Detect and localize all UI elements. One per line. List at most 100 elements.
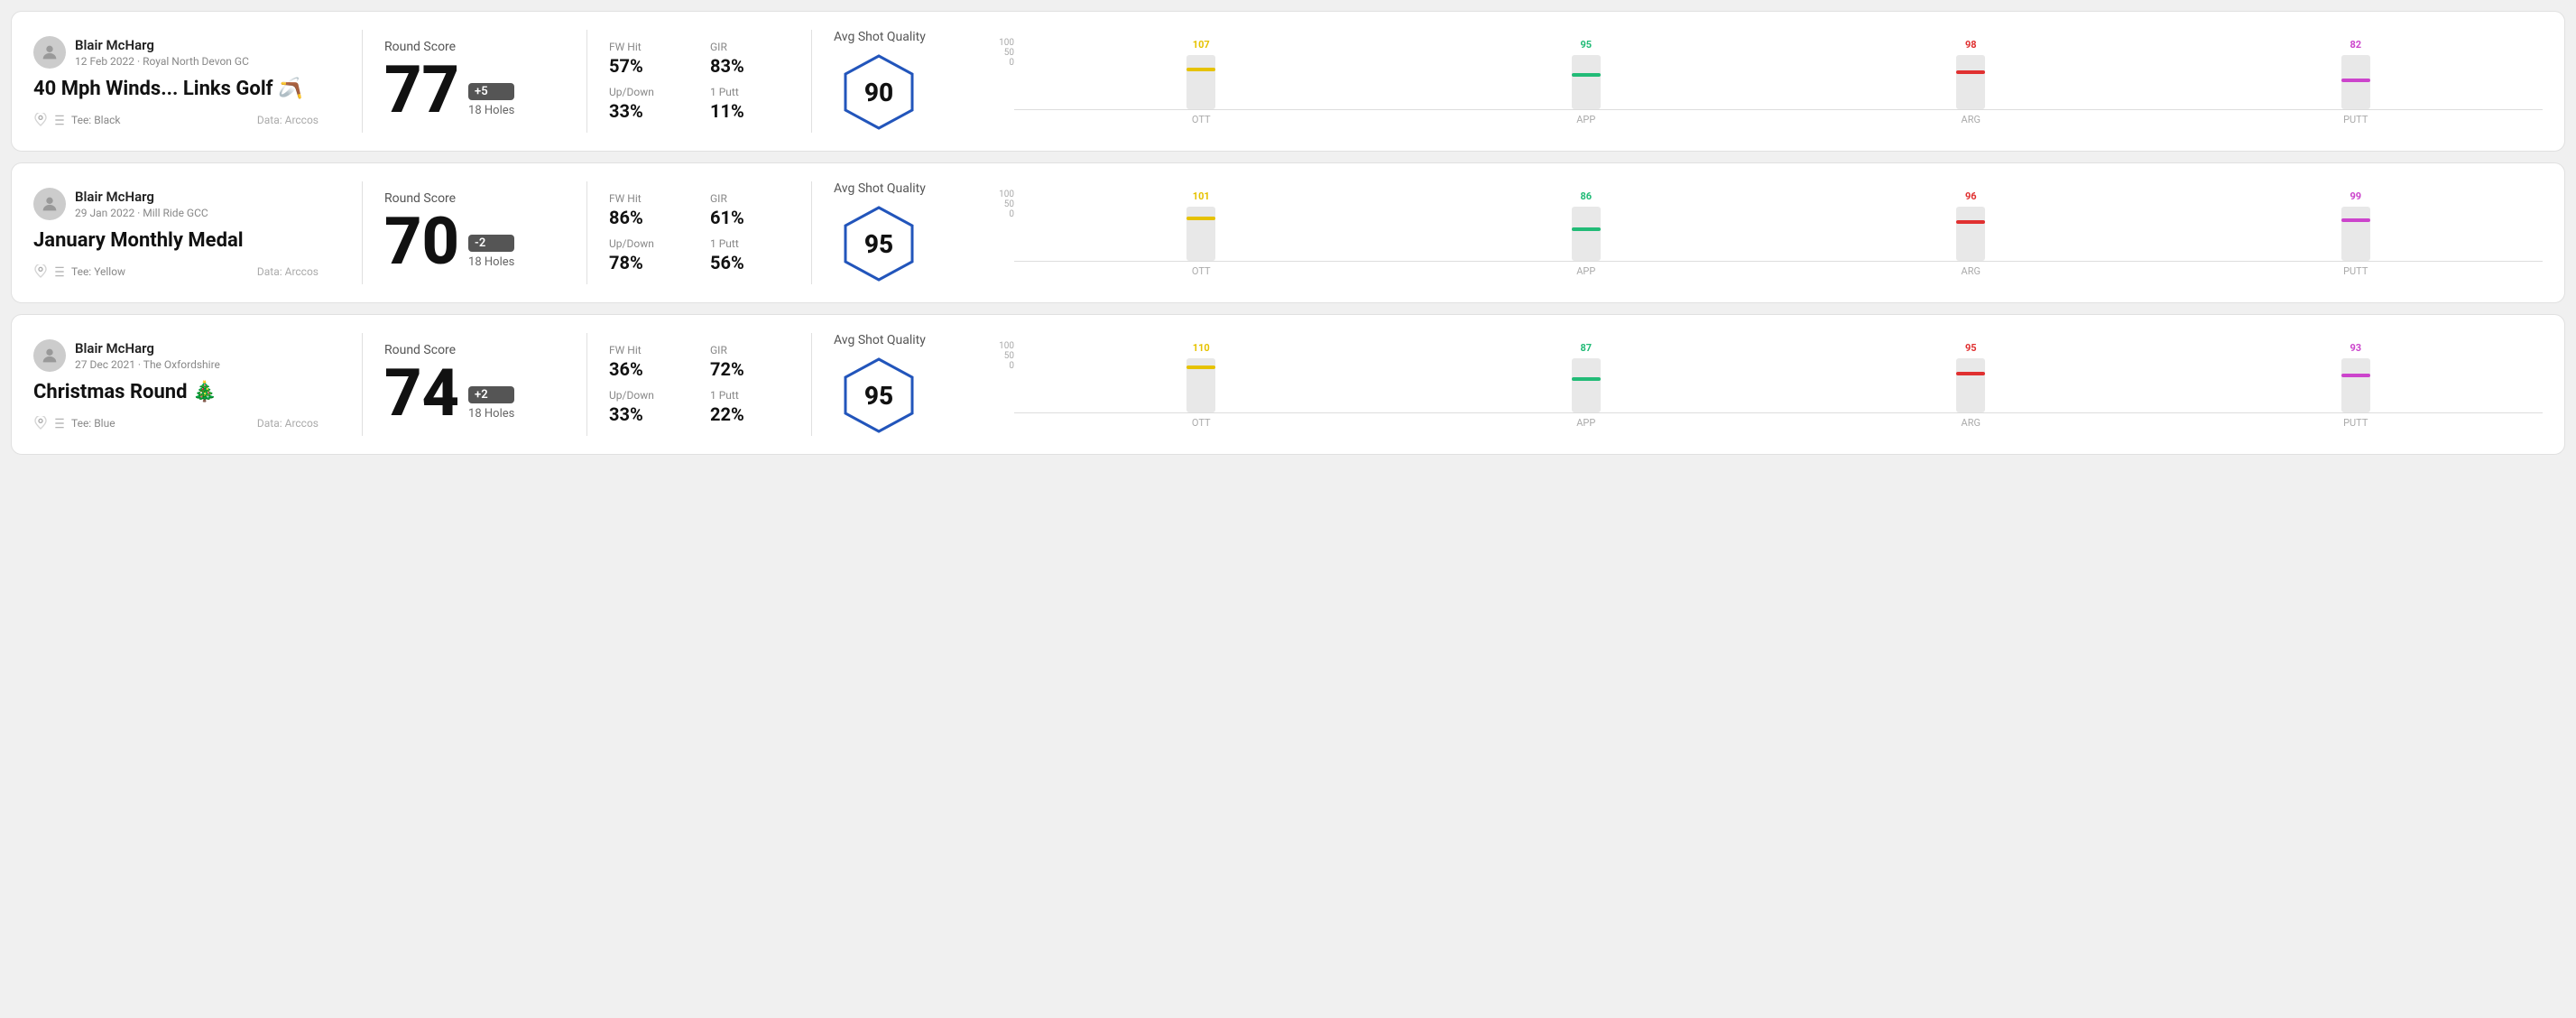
x-label-app: APP: [1399, 114, 1774, 125]
bar-value-label-arg: 95: [1965, 342, 1977, 354]
chart-outer: 100500101869699OTTAPPARGPUTT: [993, 190, 2543, 277]
quality-section: Avg Shot Quality 90: [834, 30, 978, 133]
x-labels-row: OTTAPPARGPUTT: [1014, 114, 2543, 125]
stats-grid: FW Hit 36% GIR 72% Up/Down33% 1 Putt22%: [609, 344, 789, 425]
data-source: Data: Arccos: [257, 265, 319, 278]
stat-label-gir: GIR: [710, 344, 789, 356]
bar-col-inner-app: 87: [1572, 342, 1601, 412]
x-label-putt: PUTT: [2169, 417, 2544, 429]
bar-col-arg: 98: [1784, 39, 2158, 109]
x-label-app: APP: [1399, 265, 1774, 277]
bar-col-ott: 110: [1014, 342, 1389, 412]
bars-and-labels: 107959882OTTAPPARGPUTT: [1014, 38, 2543, 125]
score-number: 74: [384, 361, 459, 426]
divider-3: [811, 30, 812, 133]
bar-bg-putt: [2341, 207, 2370, 261]
score-holes: 18 Holes: [468, 104, 514, 117]
stat-value-gir: 72%: [710, 358, 789, 380]
tee-label: Tee: Black: [71, 114, 120, 126]
bar-line-ott: [1186, 68, 1215, 71]
stat-value-updown: 78%: [609, 252, 688, 273]
stat-label-fw-hit: FW Hit: [609, 344, 688, 356]
bar-bg-putt: [2341, 55, 2370, 109]
hexagon-container: 90: [834, 51, 924, 133]
round-left-section: Blair McHarg12 Feb 2022 · Royal North De…: [33, 36, 340, 127]
player-details: Blair McHarg 29 Jan 2022 · Mill Ride GCC: [75, 189, 208, 219]
avatar: [33, 339, 66, 372]
quality-number: 95: [864, 229, 893, 259]
data-source: Data: Arccos: [257, 417, 319, 430]
bar-line-putt: [2341, 374, 2370, 377]
x-label-putt: PUTT: [2169, 265, 2544, 277]
stat-gir: GIR 83%: [710, 41, 789, 77]
player-date-course: 29 Jan 2022 · Mill Ride GCC: [75, 207, 208, 219]
bar-col-inner-ott: 107: [1186, 39, 1215, 109]
bar-line-putt: [2341, 79, 2370, 82]
bar-bg-ott: [1186, 207, 1215, 261]
bar-bg-arg: [1956, 207, 1985, 261]
bar-col-inner-ott: 101: [1186, 190, 1215, 261]
round-footer: Tee: BlueData: Arccos: [33, 416, 319, 430]
stats-grid: FW Hit86%GIR61%Up/Down78%1 Putt56%: [609, 192, 789, 273]
score-row: 70-218 Holes: [384, 209, 565, 274]
hexagon-container: 95: [834, 203, 924, 284]
y-axis: 100500: [993, 38, 1014, 84]
divider-3: [811, 181, 812, 284]
stat-label-gir: GIR: [710, 41, 789, 53]
score-section: Round Score70-218 Holes: [384, 191, 565, 274]
divider-2: [586, 30, 587, 133]
x-label-putt: PUTT: [2169, 114, 2544, 125]
bar-value-label-putt: 93: [2350, 342, 2361, 354]
player-name: Blair McHarg: [75, 189, 208, 205]
player-info: Blair McHarg12 Feb 2022 · Royal North De…: [33, 36, 319, 69]
bars-and-labels: 101869699OTTAPPARGPUTT: [1014, 190, 2543, 277]
bar-bg-app: [1572, 55, 1601, 109]
quality-section: Avg Shot Quality 95: [834, 181, 978, 284]
bar-value-label-putt: 82: [2350, 39, 2361, 51]
stat-value-fw-hit: 36%: [609, 358, 688, 380]
stat-value-updown: 33%: [609, 403, 688, 425]
bar-col-inner-app: 86: [1572, 190, 1601, 261]
stat-oneputt: 1 Putt11%: [710, 86, 789, 122]
score-badge: -2: [468, 235, 514, 252]
bar-col-inner-putt: 99: [2341, 190, 2370, 261]
x-label-ott: OTT: [1014, 265, 1389, 277]
stat-label-updown: Up/Down: [609, 237, 688, 250]
x-label-ott: OTT: [1014, 417, 1389, 429]
bar-value-label-app: 87: [1580, 342, 1592, 354]
divider-1: [362, 30, 363, 133]
bar-value-label-arg: 98: [1965, 39, 1977, 51]
bar-bg-app: [1572, 358, 1601, 412]
stat-value-gir: 83%: [710, 55, 789, 77]
bars-and-labels: 110879593OTTAPPARGPUTT: [1014, 341, 2543, 429]
stat-value-oneputt: 56%: [710, 252, 789, 273]
player-details: Blair McHarg12 Feb 2022 · Royal North De…: [75, 37, 249, 68]
player-info: Blair McHarg27 Dec 2021 · The Oxfordshir…: [33, 339, 319, 372]
score-row: 74+218 Holes: [384, 361, 565, 426]
bar-value-label-app: 86: [1580, 190, 1592, 202]
round-left-section: Blair McHarg29 Jan 2022 · Mill Ride GCCJ…: [33, 188, 340, 279]
stats-grid: FW Hit57%GIR83%Up/Down33%1 Putt11%: [609, 41, 789, 122]
score-row: 77+518 Holes: [384, 58, 565, 123]
quality-label: Avg Shot Quality: [834, 333, 926, 347]
stat-oneputt: 1 Putt22%: [710, 389, 789, 425]
quality-number: 90: [864, 78, 893, 107]
bars-row: 110 87 95 93: [1014, 341, 2543, 413]
quality-section: Avg Shot Quality 95: [834, 333, 978, 436]
x-labels-row: OTTAPPARGPUTT: [1014, 417, 2543, 429]
quality-number: 95: [864, 381, 893, 411]
bar-line-arg: [1956, 220, 1985, 224]
round-card: Blair McHarg27 Dec 2021 · The Oxfordshir…: [11, 314, 2565, 455]
avatar: [33, 188, 66, 220]
score-section: Round Score77+518 Holes: [384, 40, 565, 123]
tee-label: Tee: Yellow: [71, 265, 125, 278]
x-label-arg: ARG: [1784, 417, 2158, 429]
bar-bg-ott: [1186, 55, 1215, 109]
chart-inner: 100500101869699OTTAPPARGPUTT: [993, 190, 2543, 277]
bar-bg-app: [1572, 207, 1601, 261]
chart-section: 100500110879593OTTAPPARGPUTT: [978, 341, 2543, 429]
divider-1: [362, 181, 363, 284]
avatar: [33, 36, 66, 69]
divider-3: [811, 333, 812, 436]
stat-label-updown: Up/Down: [609, 389, 688, 402]
